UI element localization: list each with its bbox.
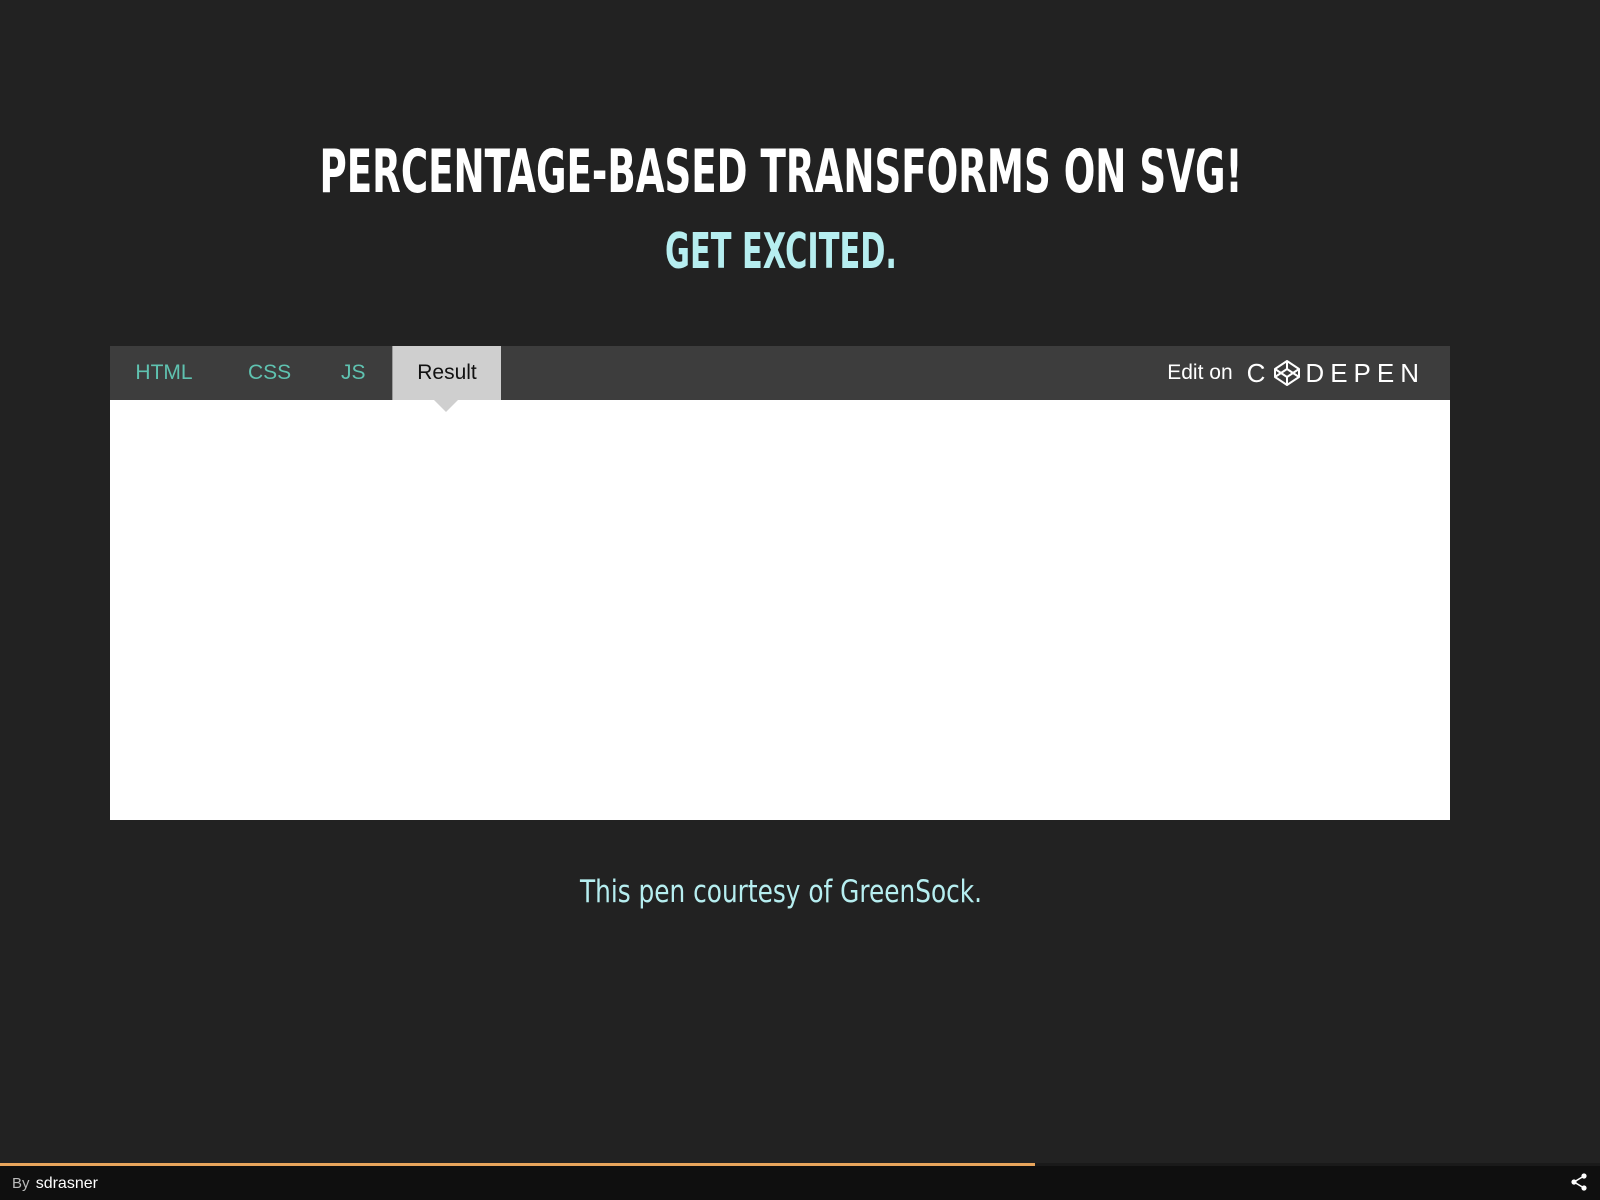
codepen-cube-icon bbox=[1274, 360, 1301, 386]
author-link[interactable]: sdrasner bbox=[36, 1175, 98, 1192]
tab-css[interactable]: CSS bbox=[248, 346, 291, 400]
share-icon[interactable] bbox=[1570, 1173, 1588, 1191]
codepen-logo-text: DEPEN bbox=[1305, 357, 1425, 388]
page: PERCENTAGE-BASED TRANSFORMS ON SVG! GET … bbox=[0, 0, 1600, 1200]
page-title: PERCENTAGE-BASED TRANSFORMS ON SVG! bbox=[319, 137, 1243, 207]
courtesy-text: This pen courtesy of GreenSock. bbox=[579, 874, 983, 910]
footer-bar: By sdrasner bbox=[0, 1163, 1600, 1200]
result-preview-pane[interactable] bbox=[110, 400, 1450, 820]
by-label: By bbox=[12, 1175, 30, 1192]
codepen-embed: HTML CSS JS Result Edit on C DEPEN bbox=[110, 346, 1450, 820]
active-tab-pointer bbox=[434, 400, 458, 412]
tab-html[interactable]: HTML bbox=[135, 346, 193, 400]
edit-on-codepen-link[interactable]: Edit on C DEPEN bbox=[1167, 346, 1425, 400]
byline: By sdrasner bbox=[12, 1175, 98, 1193]
embed-tab-bar: HTML CSS JS Result Edit on C DEPEN bbox=[110, 346, 1450, 400]
tab-js[interactable]: JS bbox=[341, 346, 366, 400]
tab-result[interactable]: Result bbox=[392, 346, 501, 400]
progress-track bbox=[0, 1163, 1600, 1166]
codepen-logo-first-letter: C bbox=[1246, 357, 1272, 388]
progress-fill bbox=[0, 1163, 1036, 1166]
codepen-logo: C DEPEN bbox=[1247, 358, 1425, 389]
edit-on-label: Edit on bbox=[1167, 361, 1233, 384]
page-subtitle: GET EXCITED. bbox=[665, 223, 897, 280]
